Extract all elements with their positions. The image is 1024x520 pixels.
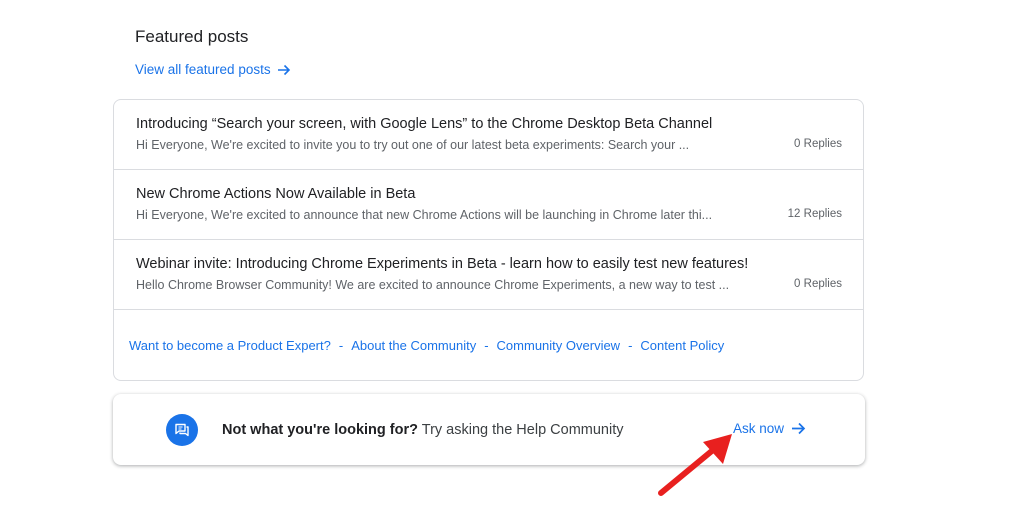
link-separator: -: [338, 338, 344, 353]
view-all-label: View all featured posts: [135, 62, 271, 77]
post-snippet: Hi Everyone, We're excited to announce t…: [136, 208, 713, 222]
post-title[interactable]: Introducing “Search your screen, with Go…: [136, 116, 712, 132]
ask-community-prompt: Not what you're looking for? Try asking …: [222, 422, 623, 438]
link-separator: -: [484, 338, 489, 353]
product-expert-link[interactable]: Want to become a Product Expert?: [129, 338, 331, 353]
ask-community-card: Not what you're looking for? Try asking …: [113, 394, 865, 465]
arrow-right-icon: [277, 64, 290, 75]
chat-bubbles-icon: [166, 414, 198, 446]
featured-posts-list: Introducing “Search your screen, with Go…: [113, 99, 864, 381]
link-separator: -: [628, 338, 633, 353]
post-snippet: Hello Chrome Browser Community! We are e…: [136, 278, 730, 292]
ask-prompt-bold: Not what you're looking for?: [222, 422, 418, 438]
ask-now-button[interactable]: Ask now: [733, 421, 806, 436]
arrow-right-icon: [792, 422, 806, 435]
post-replies-count: 12 Replies: [787, 208, 842, 220]
post-replies-count: 0 Replies: [794, 278, 842, 290]
post-replies-count: 0 Replies: [794, 138, 842, 150]
content-policy-link[interactable]: Content Policy: [640, 338, 724, 353]
ask-now-label: Ask now: [733, 421, 785, 436]
post-snippet: Hi Everyone, We're excited to invite you…: [136, 138, 690, 152]
community-footer-links: Want to become a Product Expert? - About…: [129, 338, 724, 353]
post-item[interactable]: Webinar invite: Introducing Chrome Exper…: [114, 240, 863, 310]
post-title[interactable]: New Chrome Actions Now Available in Beta: [136, 186, 415, 202]
view-all-featured-posts-link[interactable]: View all featured posts: [135, 62, 291, 77]
featured-posts-title: Featured posts: [135, 27, 249, 46]
about-community-link[interactable]: About the Community: [351, 338, 476, 353]
post-item[interactable]: New Chrome Actions Now Available in Beta…: [114, 170, 863, 240]
ask-prompt-text: Try asking the Help Community: [417, 422, 624, 438]
post-title[interactable]: Webinar invite: Introducing Chrome Exper…: [136, 256, 748, 272]
post-item[interactable]: Introducing “Search your screen, with Go…: [114, 100, 863, 170]
community-overview-link[interactable]: Community Overview: [497, 338, 621, 353]
